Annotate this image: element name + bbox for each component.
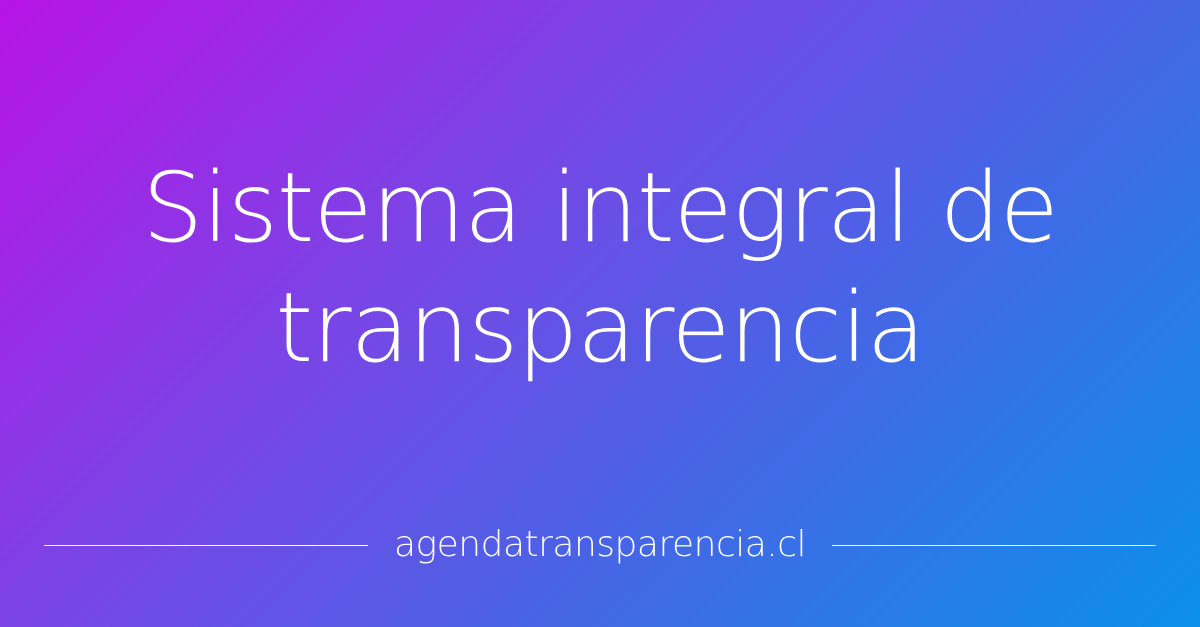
right-divider [832, 544, 1157, 546]
footer: agendatransparencia.cl [44, 520, 1157, 570]
title-line-2: transparencia [275, 272, 925, 384]
site-url: agendatransparencia.cl [393, 524, 807, 565]
banner-title: Sistema integral de transparencia [0, 148, 1200, 388]
banner-card: Sistema integral de transparencia agenda… [0, 0, 1200, 627]
title-line-1: Sistema integral de [142, 152, 1059, 264]
left-divider [44, 544, 368, 546]
